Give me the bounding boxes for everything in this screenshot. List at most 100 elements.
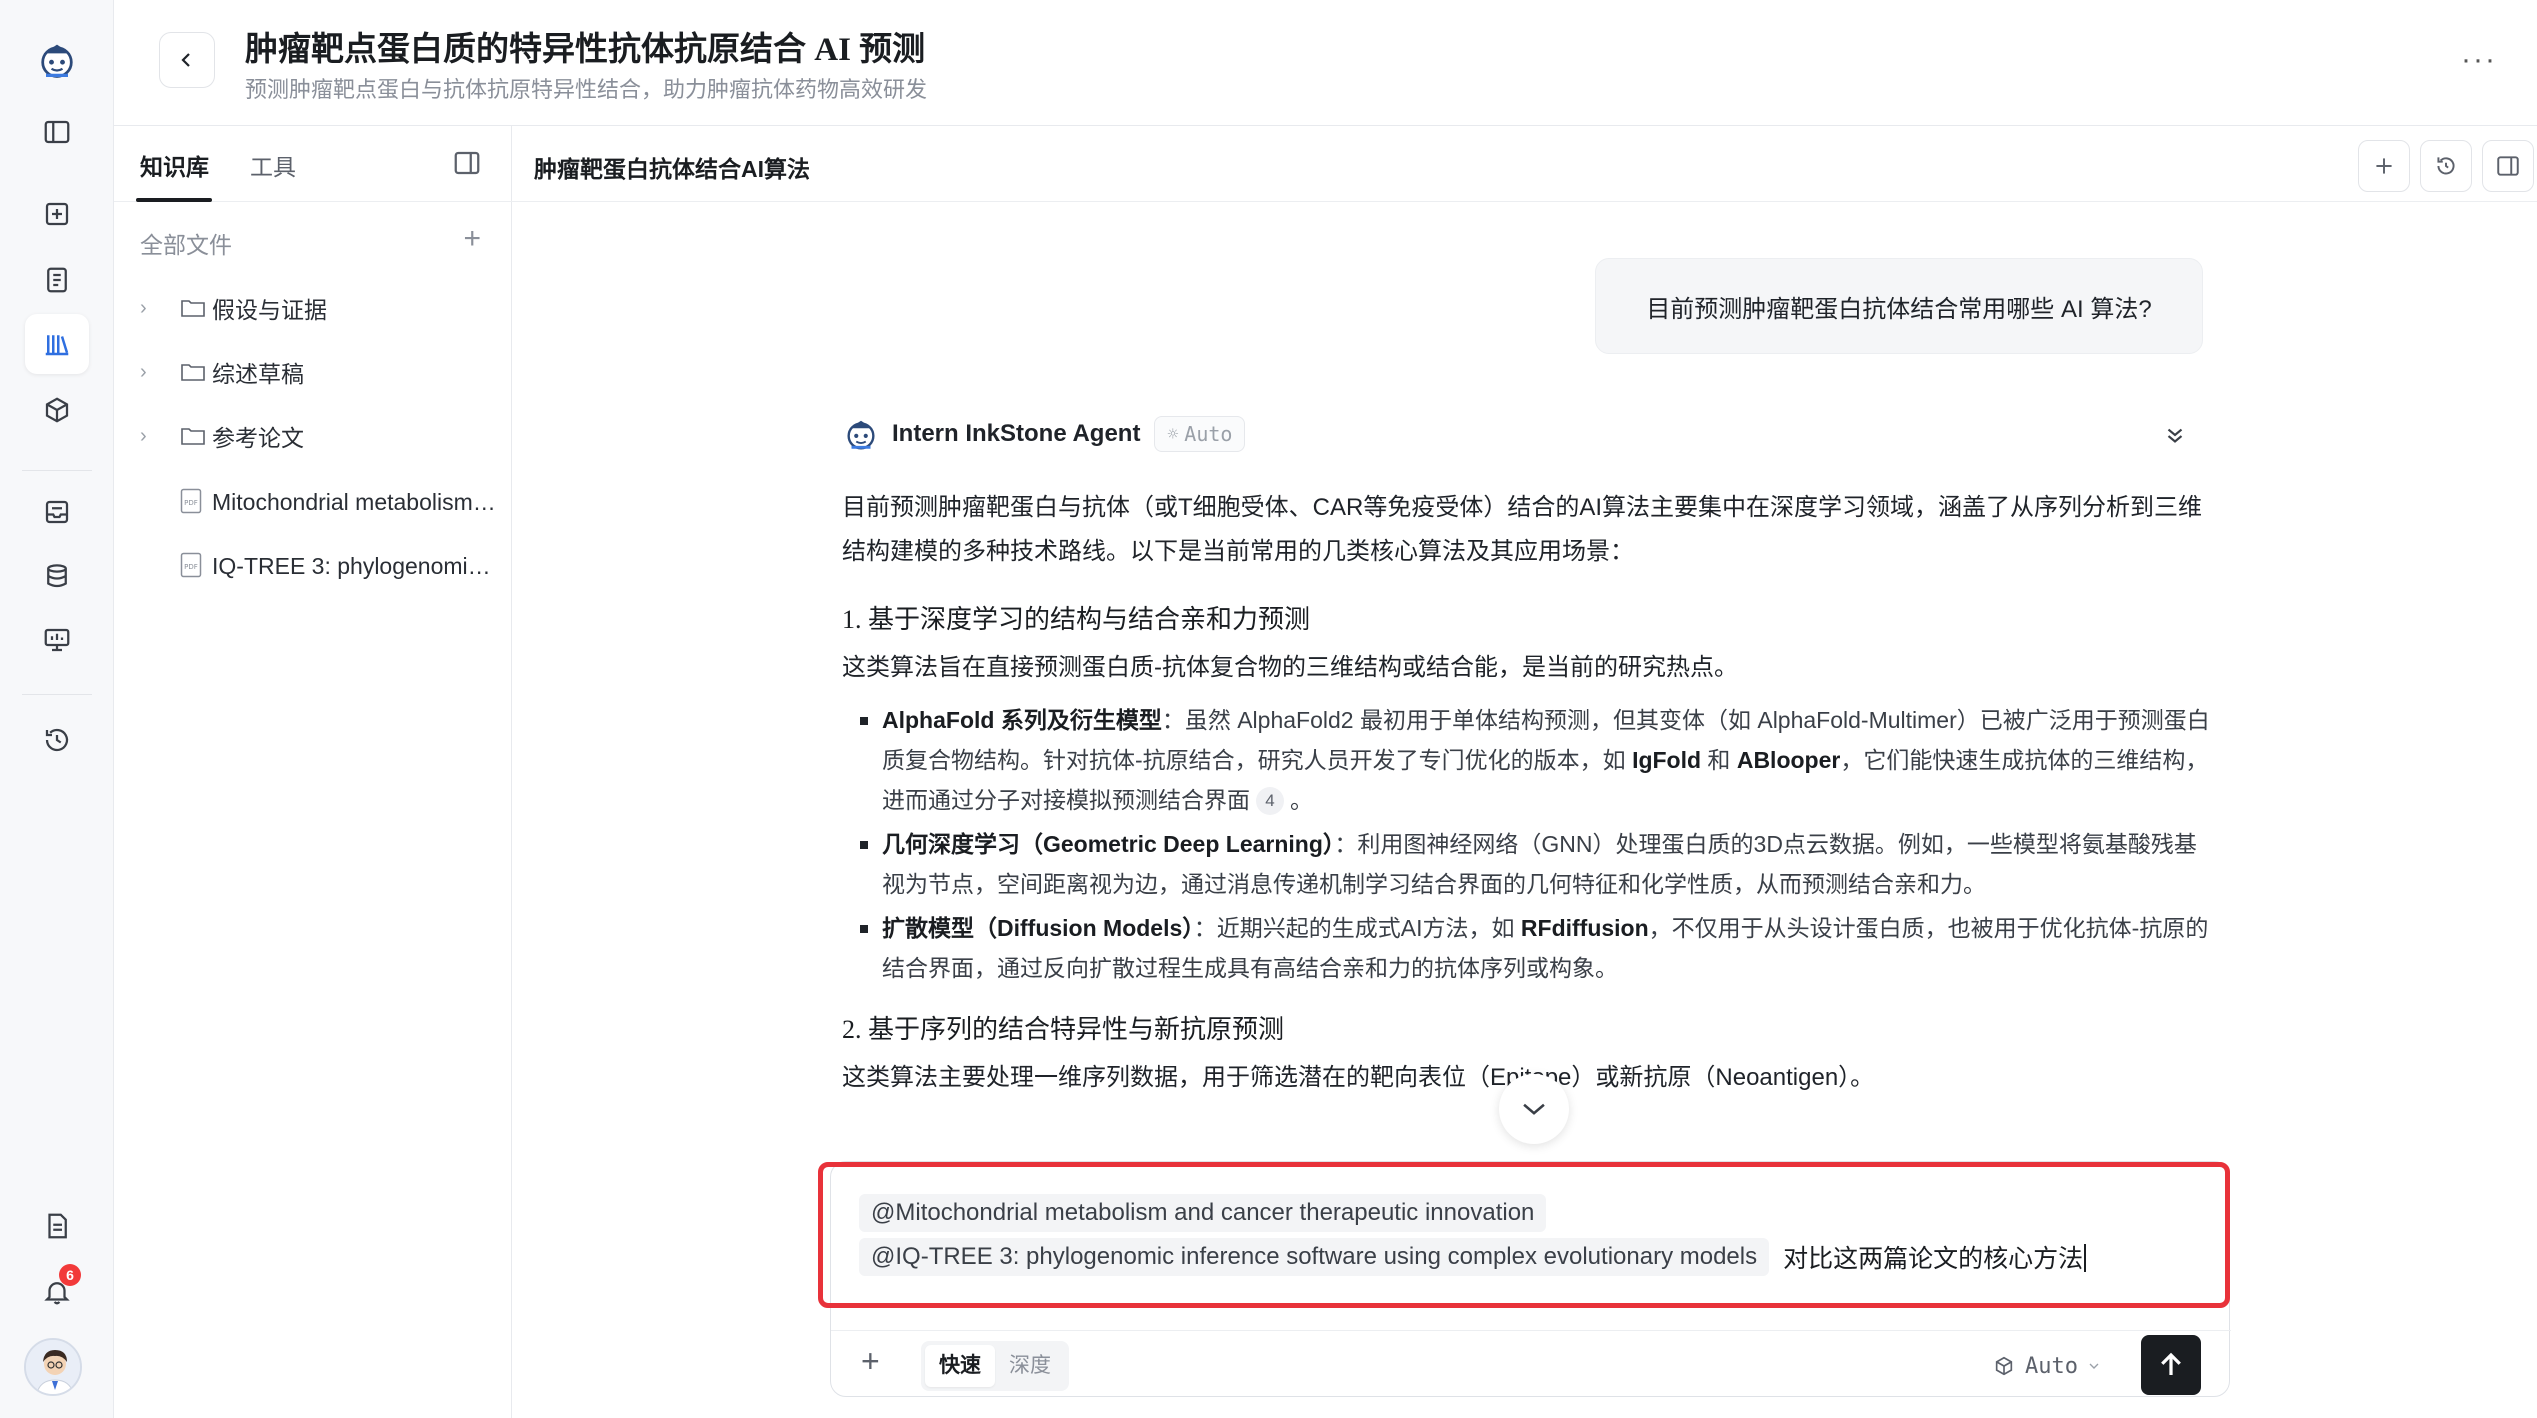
file-mention-chip[interactable]: @IQ-TREE 3: phylogenomic inference softw…: [859, 1238, 1770, 1276]
agent-logo-icon: [847, 420, 875, 450]
history-button[interactable]: [2420, 140, 2472, 192]
pdf-file-icon: PDF: [180, 552, 202, 578]
active-tab-indicator: [136, 198, 212, 202]
agent-header: Intern InkStone Agent ☼ Auto: [842, 414, 1246, 454]
file-mention-chip[interactable]: @Mitochondrial metabolism and cancer the…: [859, 1194, 1547, 1232]
folder-icon: [181, 428, 205, 445]
more-options-button[interactable]: ···: [2461, 40, 2497, 80]
document-icon[interactable]: [25, 250, 89, 310]
back-button[interactable]: [159, 32, 215, 88]
plus-icon: [2376, 158, 2392, 174]
folder-label: 假设与证据: [212, 297, 327, 323]
rail-divider: [22, 694, 92, 695]
agent-answer: 目前预测肿瘤靶蛋白与抗体（或T细胞受体、CAR等免疫受体）结合的AI算法主要集中…: [842, 486, 2212, 1100]
mode-deep[interactable]: 深度: [995, 1345, 1065, 1387]
cube-icon[interactable]: [25, 380, 89, 440]
mention-row: @Mitochondrial metabolism and cancer the…: [859, 1192, 2199, 1234]
message-composer: @Mitochondrial metabolism and cancer the…: [830, 1161, 2231, 1398]
answer-bullet: 几何深度学习（Geometric Deep Learning）：利用图神经网络（…: [842, 824, 2212, 904]
text-caret: [2084, 1244, 2087, 1272]
notes-icon[interactable]: [25, 1196, 89, 1256]
panel-collapse-icon[interactable]: [452, 148, 482, 178]
bullet-title: 几何深度学习（Geometric Deep Learning）: [882, 831, 1335, 857]
pdf-file-icon: PDF: [180, 488, 202, 514]
expand-icon[interactable]: [2162, 422, 2188, 448]
tab-tools[interactable]: 工具: [250, 148, 296, 182]
bullet-title: 扩散模型（Diffusion Models）: [882, 915, 1194, 941]
user-avatar[interactable]: [24, 1338, 82, 1396]
right-panel-toggle-button[interactable]: [2482, 140, 2534, 192]
tab-knowledge-base[interactable]: 知识库: [140, 148, 209, 182]
page-subtitle: 预测肿瘤靶点蛋白与抗体抗原特异性结合，助力肿瘤抗体药物高效研发: [245, 77, 928, 102]
mention-row: @IQ-TREE 3: phylogenomic inference softw…: [859, 1236, 2199, 1278]
answer-bullet: AlphaFold 系列及衍生模型：虽然 AlphaFold2 最初用于单体结构…: [842, 700, 2212, 820]
cube-icon: [1995, 1356, 2013, 1376]
folder-label: 参考论文: [212, 425, 304, 451]
section-desc-1: 这类算法旨在直接预测蛋白质-抗体复合物的三维结构或结合能，是当前的研究热点。: [842, 654, 1738, 681]
composer-toolbar: + 快速 深度 Auto: [831, 1330, 2231, 1398]
file-item[interactable]: PDF IQ-TREE 3: phylogenomic inference so…: [114, 538, 512, 594]
sidebar-toggle-icon[interactable]: [25, 102, 89, 162]
chevron-down-icon: [2089, 1363, 2099, 1369]
chevron-right-icon[interactable]: ›: [140, 297, 147, 320]
add-file-button[interactable]: +: [463, 222, 481, 256]
chat-area: 肿瘤靶蛋白抗体结合AI算法 目前预测肿瘤靶蛋白抗体结合常用哪些 AI 算法? I…: [512, 126, 2537, 1418]
notification-badge: 6: [59, 1264, 81, 1286]
section-title-2: 2. 基于序列的结合特异性与新抗原预测: [842, 1015, 1285, 1044]
arrow-up-icon: [2161, 1352, 2181, 1375]
new-conversation-button[interactable]: [2358, 140, 2410, 192]
typed-text: 对比这两篇论文的核心方法: [1783, 1239, 2087, 1275]
notification-bell-icon[interactable]: 6: [25, 1262, 89, 1322]
model-selector[interactable]: Auto: [1993, 1349, 2112, 1383]
knowledge-tabs: 知识库 工具: [114, 126, 512, 202]
history-icon[interactable]: [25, 710, 89, 770]
model-label: Auto: [2025, 1353, 2078, 1379]
knowledge-panel: 知识库 工具 全部文件 + › 假设与证据 › 综述草稿 › 参考论文 PDF …: [114, 126, 512, 1418]
agent-mode-label: Auto: [1184, 422, 1233, 446]
all-files-label: 全部文件: [140, 232, 232, 258]
presentation-icon[interactable]: [25, 610, 89, 670]
sun-icon: ☼: [1167, 423, 1179, 445]
chat-toolbar: 肿瘤靶蛋白抗体结合AI算法: [512, 126, 2537, 202]
library-icon[interactable]: [25, 314, 89, 374]
new-chat-icon[interactable]: [25, 184, 89, 244]
user-message: 目前预测肿瘤靶蛋白抗体结合常用哪些 AI 算法?: [1595, 258, 2203, 354]
chevron-right-icon[interactable]: ›: [140, 361, 147, 384]
scroll-to-bottom-button[interactable]: [1499, 1074, 1569, 1144]
svg-text:PDF: PDF: [184, 563, 198, 571]
section-title-1: 1. 基于深度学习的结构与结合亲和力预测: [842, 605, 1311, 634]
attach-button[interactable]: +: [861, 1339, 880, 1383]
folder-item[interactable]: › 参考论文: [114, 408, 512, 464]
chevron-left-icon: [181, 53, 190, 67]
history-icon: [2437, 157, 2455, 175]
mode-switch: 快速 深度: [921, 1341, 1069, 1391]
chevron-right-icon[interactable]: ›: [140, 425, 147, 448]
inbox-icon[interactable]: [25, 482, 89, 542]
database-icon[interactable]: [25, 546, 89, 606]
file-item[interactable]: PDF Mitochondrial metabolism and cancer …: [114, 474, 512, 530]
bullet-title: AlphaFold 系列及衍生模型: [882, 707, 1162, 733]
message-input[interactable]: @Mitochondrial metabolism and cancer the…: [859, 1192, 2199, 1280]
folder-item[interactable]: › 假设与证据: [114, 280, 512, 336]
panel-right-icon: [2497, 156, 2519, 176]
agent-mode-badge: ☼ Auto: [1154, 416, 1246, 452]
folder-item[interactable]: › 综述草稿: [114, 344, 512, 400]
folder-icon: [181, 300, 205, 317]
chevron-down-icon: [1523, 1103, 1545, 1115]
send-button[interactable]: [2141, 1335, 2201, 1395]
icon-rail: 6: [0, 0, 114, 1418]
file-label: IQ-TREE 3: phylogenomic inference softwa…: [212, 552, 502, 579]
app-logo-icon[interactable]: [25, 30, 89, 90]
file-label: Mitochondrial metabolism and cancer ther…: [212, 488, 502, 515]
page-title: 肿瘤靶点蛋白质的特异性抗体抗原结合 AI 预测: [245, 32, 926, 68]
page-header: 肿瘤靶点蛋白质的特异性抗体抗原结合 AI 预测 预测肿瘤靶点蛋白与抗体抗原特异性…: [114, 0, 2537, 126]
folder-icon: [181, 364, 205, 381]
chat-title: 肿瘤靶蛋白抗体结合AI算法: [534, 156, 810, 182]
agent-name: Intern InkStone Agent: [892, 420, 1141, 447]
citation-badge[interactable]: 4: [1256, 787, 1284, 815]
folder-label: 综述草稿: [212, 361, 304, 387]
answer-bullet: 扩散模型（Diffusion Models）：近期兴起的生成式AI方法，如 RF…: [842, 908, 2212, 988]
rail-divider: [22, 470, 92, 471]
mode-fast[interactable]: 快速: [925, 1345, 995, 1387]
answer-intro: 目前预测肿瘤靶蛋白与抗体（或T细胞受体、CAR等免疫受体）结合的AI算法主要集中…: [842, 494, 2203, 565]
